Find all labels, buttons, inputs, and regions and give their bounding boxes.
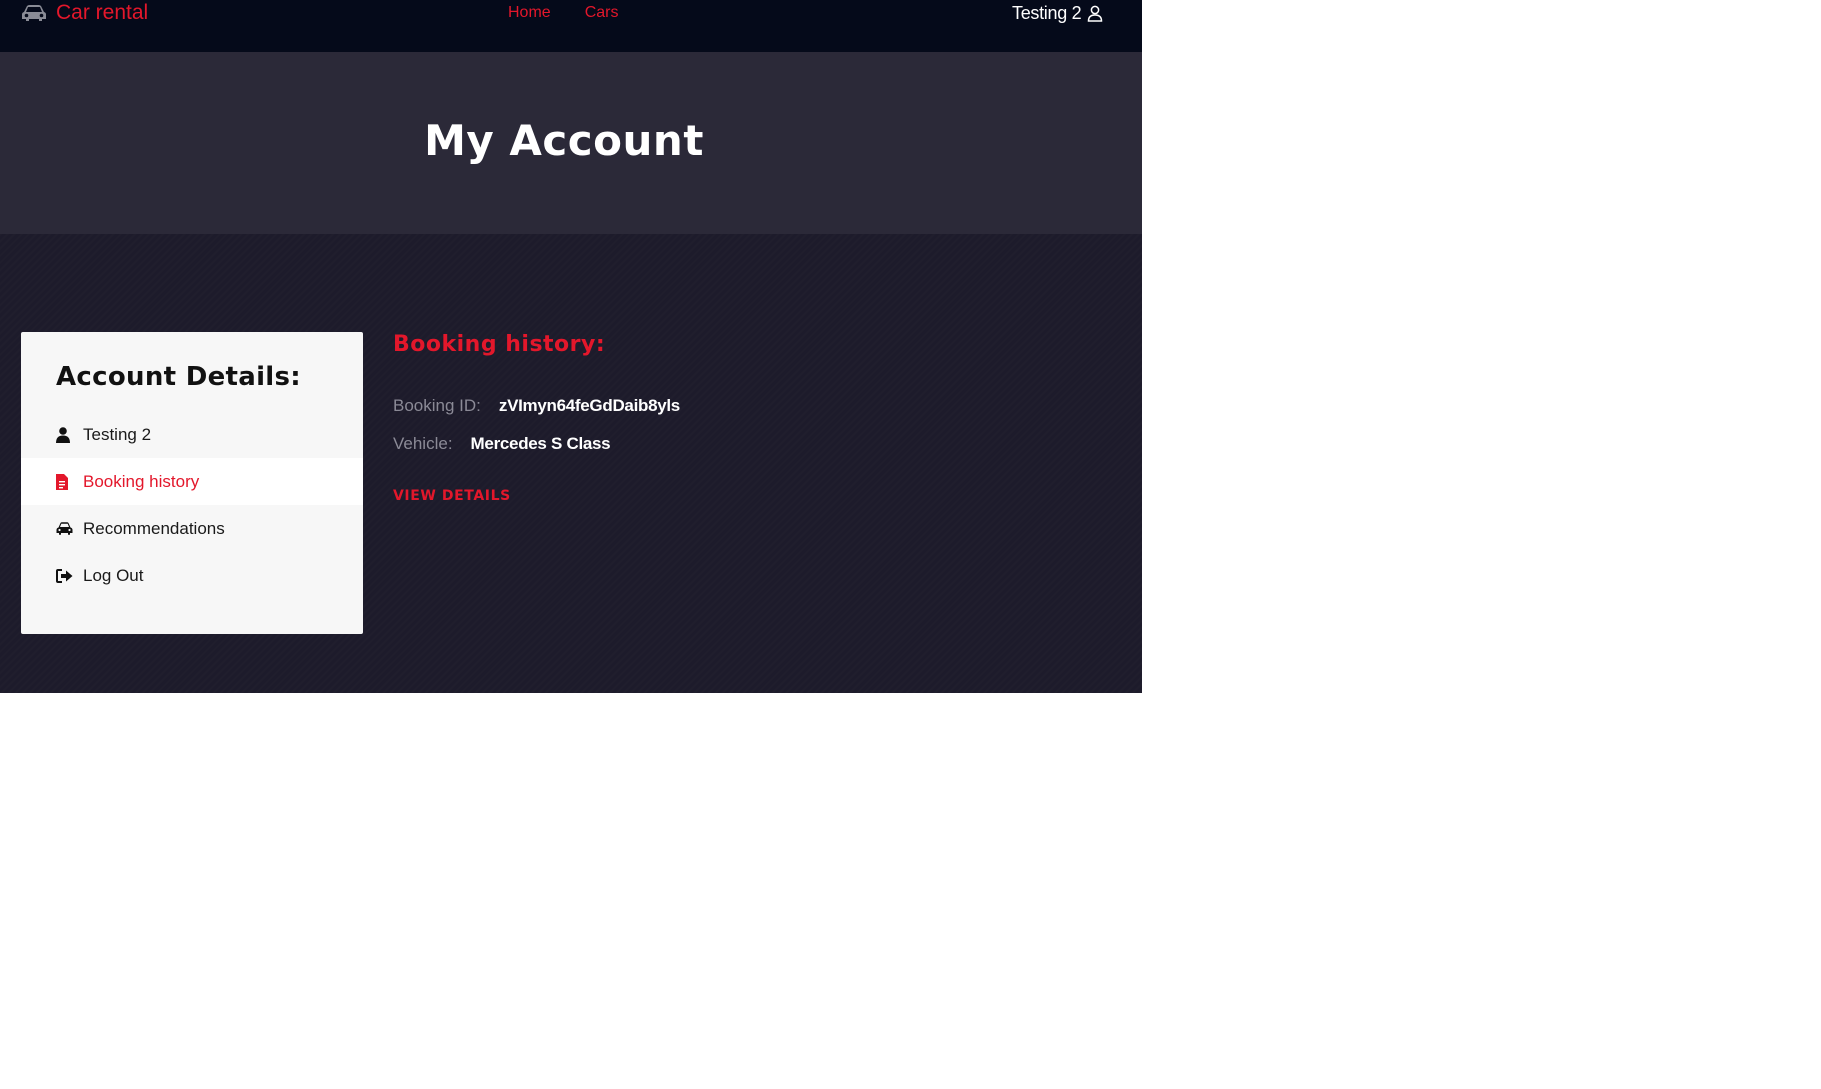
top-navbar: Car rental Home Cars Testing 2 — [0, 0, 1142, 52]
file-icon — [56, 473, 74, 490]
brand-label: Car rental — [56, 1, 149, 24]
nav-user-name: Testing 2 — [1012, 2, 1082, 23]
page-title: My Account — [424, 116, 704, 165]
sidebar-item-label: Recommendations — [83, 518, 225, 538]
booking-id-label: Booking ID: — [393, 396, 481, 415]
sidebar-item-booking-history[interactable]: Booking history — [21, 458, 363, 505]
booking-id-row: Booking ID: zVImyn64feGdDaib8yls — [393, 396, 680, 416]
nav-user-menu[interactable]: Testing 2 — [1012, 0, 1103, 26]
sidebar-item-label: Testing 2 — [83, 424, 152, 444]
vehicle-label: Vehicle: — [393, 434, 453, 453]
account-details-title: Account Details: — [56, 362, 301, 392]
nav-link-cars[interactable]: Cars — [585, 4, 619, 22]
booking-id-value: zVImyn64feGdDaib8yls — [498, 396, 680, 415]
booking-history-title: Booking history: — [393, 332, 606, 357]
nav-link-home[interactable]: Home — [508, 4, 551, 22]
hero-banner: My Account — [0, 52, 1142, 234]
brand-link[interactable]: Car rental — [20, 0, 148, 26]
view-details-link[interactable]: VIEW DETAILS — [393, 488, 511, 504]
user-icon — [1087, 5, 1103, 22]
sidebar-item-label: Log Out — [83, 565, 144, 585]
sidebar-item-logout[interactable]: Log Out — [21, 552, 363, 599]
nav-links: Home Cars — [508, 0, 618, 26]
sign-out-icon — [56, 568, 74, 583]
car-icon — [56, 522, 74, 535]
account-details-card: Account Details: Testing 2 Booking histo… — [21, 332, 363, 634]
vehicle-value: Mercedes S Class — [470, 434, 611, 453]
sidebar-item-label: Booking history — [83, 471, 200, 491]
car-icon — [20, 4, 48, 22]
sidebar-item-recommendations[interactable]: Recommendations — [21, 505, 363, 552]
sidebar-item-profile[interactable]: Testing 2 — [21, 411, 363, 458]
page: Car rental Home Cars Testing 2 My Accoun… — [0, 0, 1142, 693]
user-icon — [56, 426, 74, 443]
vehicle-row: Vehicle: Mercedes S Class — [393, 434, 611, 454]
